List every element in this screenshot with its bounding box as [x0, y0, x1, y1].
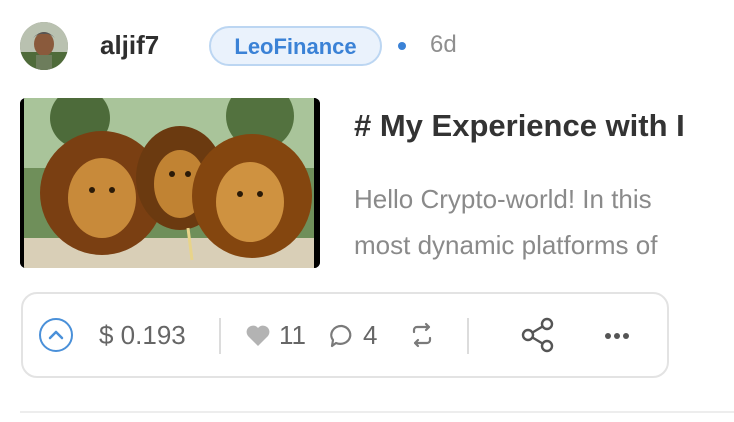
post-age: 6d: [430, 31, 457, 58]
post-thumbnail[interactable]: [20, 98, 320, 268]
separator-dot: [398, 42, 406, 50]
community-badge[interactable]: LeoFinance: [209, 26, 382, 66]
excerpt-line: Hello Crypto-world! In this: [354, 184, 652, 214]
more-icon: [605, 333, 629, 339]
post-title[interactable]: # My Experience with I: [354, 108, 734, 144]
chevron-up-icon: [48, 330, 64, 340]
repeat-icon: [412, 322, 432, 348]
divider: [219, 318, 221, 354]
lions-image: [20, 98, 320, 268]
post-actions-bar: $ 0.193 11 4: [21, 292, 669, 378]
heart-icon: [246, 325, 270, 346]
share-button[interactable]: [519, 316, 557, 359]
avatar-image: [20, 22, 68, 70]
upvote-button[interactable]: [39, 318, 73, 352]
reblog-button[interactable]: [409, 322, 435, 353]
excerpt-line: most dynamic platforms of: [354, 230, 658, 260]
comment-icon: [330, 324, 352, 348]
author-avatar[interactable]: [20, 22, 68, 70]
payout-amount[interactable]: $ 0.193: [99, 320, 186, 351]
divider: [467, 318, 469, 354]
comment-count: 4: [363, 320, 378, 350]
post-excerpt: Hello Crypto-world! In this most dynamic…: [354, 176, 734, 268]
feed-divider: [20, 411, 734, 413]
author-name[interactable]: aljif7: [100, 30, 159, 61]
like-count: 11: [279, 320, 306, 350]
more-options-button[interactable]: [601, 324, 633, 353]
share-icon: [521, 317, 554, 353]
